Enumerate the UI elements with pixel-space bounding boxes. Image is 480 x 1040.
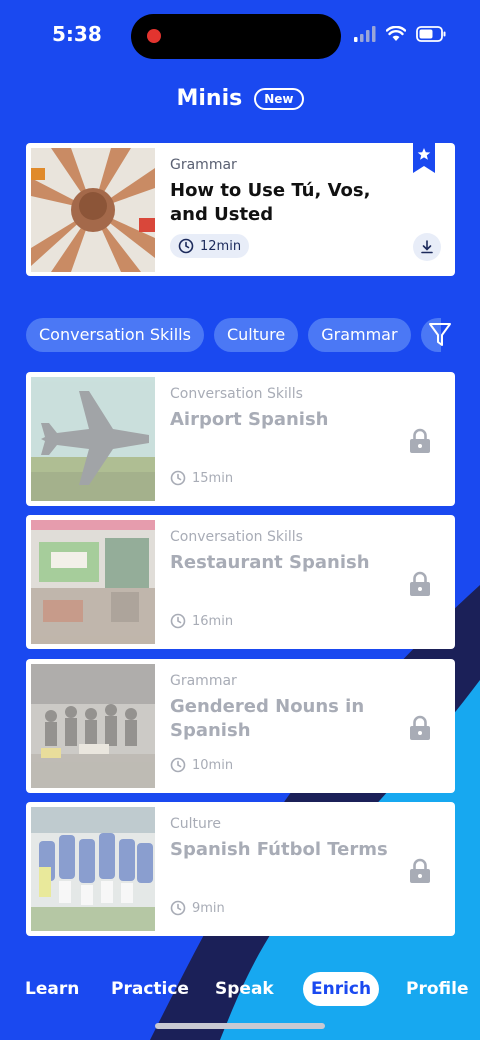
hands-stack-photo bbox=[31, 148, 155, 272]
lesson-category: Grammar bbox=[170, 157, 237, 173]
new-badge: New bbox=[254, 87, 304, 110]
group-photo bbox=[31, 664, 155, 788]
lesson-card[interactable]: Grammar Gendered Nouns in Spanish 10min bbox=[26, 659, 455, 793]
tab-speak[interactable]: Speak bbox=[215, 972, 274, 1006]
lesson-title: Airport Spanish bbox=[170, 409, 329, 430]
page-title: Minis bbox=[176, 86, 243, 111]
filter-icon[interactable] bbox=[428, 321, 452, 349]
lesson-title: Spanish Fútbol Terms bbox=[170, 839, 388, 860]
lesson-duration: 12min bbox=[200, 238, 242, 254]
lesson-duration: 16min bbox=[192, 613, 234, 629]
tab-profile[interactable]: Profile bbox=[406, 972, 468, 1006]
bottom-tab-bar: Learn Practice Speak Enrich Profile bbox=[0, 972, 480, 1008]
filter-chip-grammar[interactable]: Grammar bbox=[308, 318, 411, 352]
lesson-card[interactable]: Conversation Skills Restaurant Spanish 1… bbox=[26, 515, 455, 649]
featured-lesson-card[interactable]: Grammar How to Use Tú, Vos, and Usted 12… bbox=[26, 143, 455, 276]
download-button[interactable] bbox=[413, 233, 441, 261]
lock-icon bbox=[410, 428, 430, 453]
lesson-category: Culture bbox=[170, 816, 221, 832]
download-icon bbox=[421, 240, 433, 254]
home-indicator[interactable] bbox=[155, 1023, 325, 1029]
lesson-duration: 15min bbox=[192, 470, 234, 486]
clock-icon bbox=[170, 757, 186, 773]
recording-indicator-icon bbox=[147, 29, 161, 43]
tab-enrich[interactable]: Enrich bbox=[303, 972, 380, 1006]
lesson-title: Gendered Nouns in Spanish bbox=[170, 696, 365, 741]
lesson-duration: 10min bbox=[192, 757, 234, 773]
clock-icon bbox=[170, 900, 186, 916]
status-time: 5:38 bbox=[52, 22, 102, 46]
lesson-thumbnail bbox=[31, 377, 155, 501]
lesson-category: Conversation Skills bbox=[170, 529, 303, 545]
lesson-thumbnail bbox=[31, 664, 155, 788]
filter-chip-culture[interactable]: Culture bbox=[213, 318, 299, 352]
lock-icon bbox=[410, 858, 430, 883]
lock-icon bbox=[410, 715, 430, 740]
lesson-thumbnail bbox=[31, 807, 155, 931]
tab-learn[interactable]: Learn bbox=[25, 972, 79, 1006]
battery-icon bbox=[416, 26, 446, 42]
lesson-card[interactable]: Culture Spanish Fútbol Terms 9min bbox=[26, 802, 455, 936]
tab-practice[interactable]: Practice bbox=[111, 972, 189, 1006]
featured-thumbnail bbox=[31, 148, 155, 272]
restaurant-photo bbox=[31, 520, 155, 644]
filter-chip-conversation-skills[interactable]: Conversation Skills bbox=[26, 318, 204, 352]
airplane-photo bbox=[31, 377, 155, 501]
lesson-duration: 9min bbox=[192, 900, 225, 916]
status-bar: 5:38 bbox=[0, 0, 480, 72]
wifi-icon bbox=[386, 26, 406, 41]
filter-chip-row: Conversation Skills Culture Grammar bbox=[26, 318, 480, 352]
cellular-signal-icon bbox=[354, 26, 376, 42]
duration-pill: 12min bbox=[170, 234, 250, 258]
soccer-team-photo bbox=[31, 807, 155, 931]
lesson-title: Restaurant Spanish bbox=[170, 552, 370, 573]
bookmark-star-icon[interactable] bbox=[413, 143, 435, 173]
lesson-card[interactable]: Conversation Skills Airport Spanish 15mi… bbox=[26, 372, 455, 506]
lock-icon bbox=[410, 571, 430, 596]
duration-label: 10min bbox=[170, 757, 233, 773]
lesson-title: How to Use Tú, Vos, and Usted bbox=[170, 180, 371, 225]
duration-label: 15min bbox=[170, 470, 233, 486]
lesson-category: Grammar bbox=[170, 673, 237, 689]
duration-label: 9min bbox=[170, 900, 225, 916]
page-header: Minis New bbox=[0, 86, 480, 111]
duration-label: 16min bbox=[170, 613, 233, 629]
clock-icon bbox=[178, 238, 194, 254]
lesson-category: Conversation Skills bbox=[170, 386, 303, 402]
lesson-thumbnail bbox=[31, 520, 155, 644]
clock-icon bbox=[170, 613, 186, 629]
dynamic-island bbox=[131, 14, 341, 59]
clock-icon bbox=[170, 470, 186, 486]
